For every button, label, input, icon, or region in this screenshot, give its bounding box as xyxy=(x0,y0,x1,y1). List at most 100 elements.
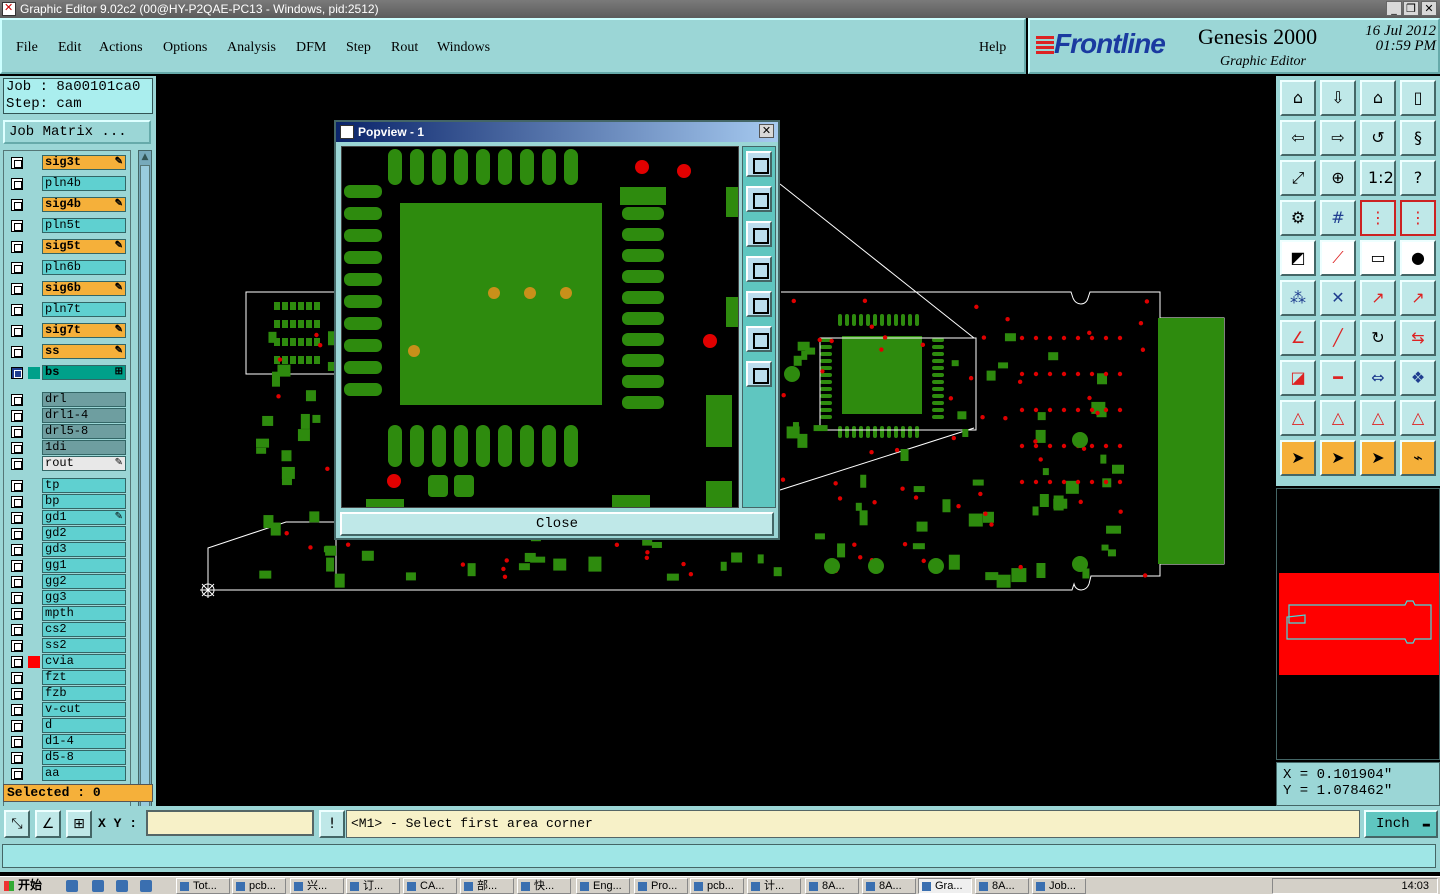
layer-row-sig3t[interactable]: sig3t ✎ xyxy=(4,155,132,170)
popview-close-icon[interactable]: ✕ xyxy=(759,124,774,138)
layer-name[interactable]: gd1 ✎ xyxy=(42,510,126,525)
layer-checkbox[interactable] xyxy=(11,640,23,652)
taskbar-item[interactable]: 8A... xyxy=(862,878,916,894)
layer-name[interactable]: pln4b xyxy=(42,176,126,191)
menu-step[interactable]: Step xyxy=(346,40,371,56)
tool-flip[interactable]: ⇆ xyxy=(1400,320,1436,356)
maximize-button[interactable]: ❐ xyxy=(1403,1,1419,16)
menu-file[interactable]: File xyxy=(16,40,38,56)
layer-name[interactable]: gg2 xyxy=(42,574,126,589)
layer-row-cvia[interactable]: cvia xyxy=(4,654,132,669)
layer-row-sig5t[interactable]: sig5t ✎ xyxy=(4,239,132,254)
layer-checkbox[interactable] xyxy=(11,367,23,379)
layer-row-pln7t[interactable]: pln7t xyxy=(4,302,132,317)
tool-measure-tool[interactable]: ⟋ xyxy=(1320,240,1356,276)
layer-checkbox[interactable] xyxy=(11,410,23,422)
tool-pad-select[interactable]: ◪ xyxy=(1280,360,1316,396)
taskbar-item[interactable]: 快... xyxy=(517,878,571,894)
layer-row-d1-4[interactable]: d1-4 xyxy=(4,734,132,749)
layer-name[interactable]: drl5-8 xyxy=(42,424,126,439)
layer-checkbox[interactable] xyxy=(11,608,23,620)
tool-snake[interactable]: § xyxy=(1400,120,1436,156)
layer-row-bp[interactable]: bp xyxy=(4,494,132,509)
tool-zoom-home[interactable]: ⌂ xyxy=(1280,80,1316,116)
layer-name[interactable]: pln7t xyxy=(42,302,126,317)
layer-checkbox[interactable] xyxy=(11,241,23,253)
layer-name[interactable]: bs ⊞ xyxy=(42,365,126,380)
layer-name[interactable]: d1-4 xyxy=(42,734,126,749)
layer-name[interactable]: sig5t ✎ xyxy=(42,239,126,254)
taskbar-item[interactable]: 订... xyxy=(346,878,400,894)
layer-row-pln4b[interactable]: pln4b xyxy=(4,176,132,191)
close-button[interactable]: ✕ xyxy=(1421,1,1437,16)
measure-icon[interactable]: ⤡ xyxy=(4,810,30,838)
layer-row-aa[interactable]: aa xyxy=(4,766,132,781)
tool-pad[interactable]: ● xyxy=(1400,240,1436,276)
layer-checkbox[interactable] xyxy=(11,346,23,358)
layer-row-gg3[interactable]: gg3 xyxy=(4,590,132,605)
tool-line[interactable]: ╱ xyxy=(1320,320,1356,356)
taskbar-item[interactable]: pcb... xyxy=(232,878,286,894)
layer-checkbox[interactable] xyxy=(11,752,23,764)
layer-name[interactable]: bp xyxy=(42,494,126,509)
taskbar-item[interactable]: Eng... xyxy=(576,878,630,894)
layer-name[interactable]: rout ✎ xyxy=(42,456,126,471)
layer-checkbox[interactable] xyxy=(11,672,23,684)
popview-zoom-out-icon[interactable] xyxy=(746,361,772,387)
taskbar-item[interactable]: Job... xyxy=(1032,878,1086,894)
layer-checkbox[interactable] xyxy=(11,704,23,716)
layer-row-pln6b[interactable]: pln6b xyxy=(4,260,132,275)
layer-row-ss2[interactable]: ss2 xyxy=(4,638,132,653)
tool-pan-left[interactable]: ⇦ xyxy=(1280,120,1316,156)
layer-name[interactable]: pln5t xyxy=(42,218,126,233)
start-button[interactable]: 开始 xyxy=(2,878,52,894)
layer-checkbox[interactable] xyxy=(11,426,23,438)
tool-grid-toggle[interactable]: # xyxy=(1320,200,1356,236)
layer-row-fzb[interactable]: fzb xyxy=(4,686,132,701)
layer-checkbox[interactable] xyxy=(11,458,23,470)
layer-name[interactable]: gd3 xyxy=(42,542,126,557)
scroll-up-icon[interactable]: ▲ xyxy=(139,151,151,163)
scroll-thumb[interactable] xyxy=(140,165,150,835)
popview-pan-down-icon[interactable] xyxy=(746,221,772,247)
tool-pointer[interactable]: ➤ xyxy=(1280,440,1316,476)
popview-pan-left-icon[interactable] xyxy=(746,256,772,282)
layer-name[interactable]: tp xyxy=(42,478,126,493)
layer-row-gg2[interactable]: gg2 xyxy=(4,574,132,589)
popview-zoom-fit-icon[interactable] xyxy=(746,151,772,177)
popview-zoom-view[interactable] xyxy=(342,147,739,508)
layer-name[interactable]: fzt xyxy=(42,670,126,685)
layer-checkbox[interactable] xyxy=(11,768,23,780)
layer-checkbox[interactable] xyxy=(11,480,23,492)
layer-name[interactable]: mpth xyxy=(42,606,126,621)
popview-zoom-in-icon[interactable] xyxy=(746,326,772,352)
tool-polygon4[interactable]: △ xyxy=(1400,400,1436,436)
tool-copy[interactable]: ↗ xyxy=(1400,280,1436,316)
taskbar-item[interactable]: 部... xyxy=(460,878,514,894)
layer-name[interactable]: gg3 xyxy=(42,590,126,605)
layer-checkbox[interactable] xyxy=(11,496,23,508)
layer-row-pln5t[interactable]: pln5t xyxy=(4,218,132,233)
tool-add-feature[interactable]: ◩ xyxy=(1280,240,1316,276)
tool-angle[interactable]: ∠ xyxy=(1280,320,1316,356)
layer-name[interactable]: 1di xyxy=(42,440,126,455)
xy-input[interactable] xyxy=(146,810,314,836)
layer-row-sig7t[interactable]: sig7t ✎ xyxy=(4,323,132,338)
tool-move[interactable]: ↗ xyxy=(1360,280,1396,316)
layer-row-cs2[interactable]: cs2 xyxy=(4,622,132,637)
layer-checkbox[interactable] xyxy=(11,304,23,316)
tool-netlist[interactable]: ⋮ xyxy=(1360,200,1396,236)
tool-polygon2[interactable]: △ xyxy=(1320,400,1356,436)
layer-row-v-cut[interactable]: v-cut xyxy=(4,702,132,717)
tool-group[interactable]: ❖ xyxy=(1400,360,1436,396)
layer-row-mpth[interactable]: mpth xyxy=(4,606,132,621)
quick-launch-icon[interactable] xyxy=(92,880,104,892)
layer-checkbox[interactable] xyxy=(11,178,23,190)
layer-scrollbar[interactable]: ▲ ▼ xyxy=(138,150,152,850)
tool-cross[interactable]: ✕ xyxy=(1320,280,1356,316)
layer-name[interactable]: sig7t ✎ xyxy=(42,323,126,338)
layer-name[interactable]: aa xyxy=(42,766,126,781)
layer-checkbox[interactable] xyxy=(11,544,23,556)
layer-name[interactable]: d xyxy=(42,718,126,733)
menu-actions[interactable]: Actions xyxy=(99,40,143,56)
